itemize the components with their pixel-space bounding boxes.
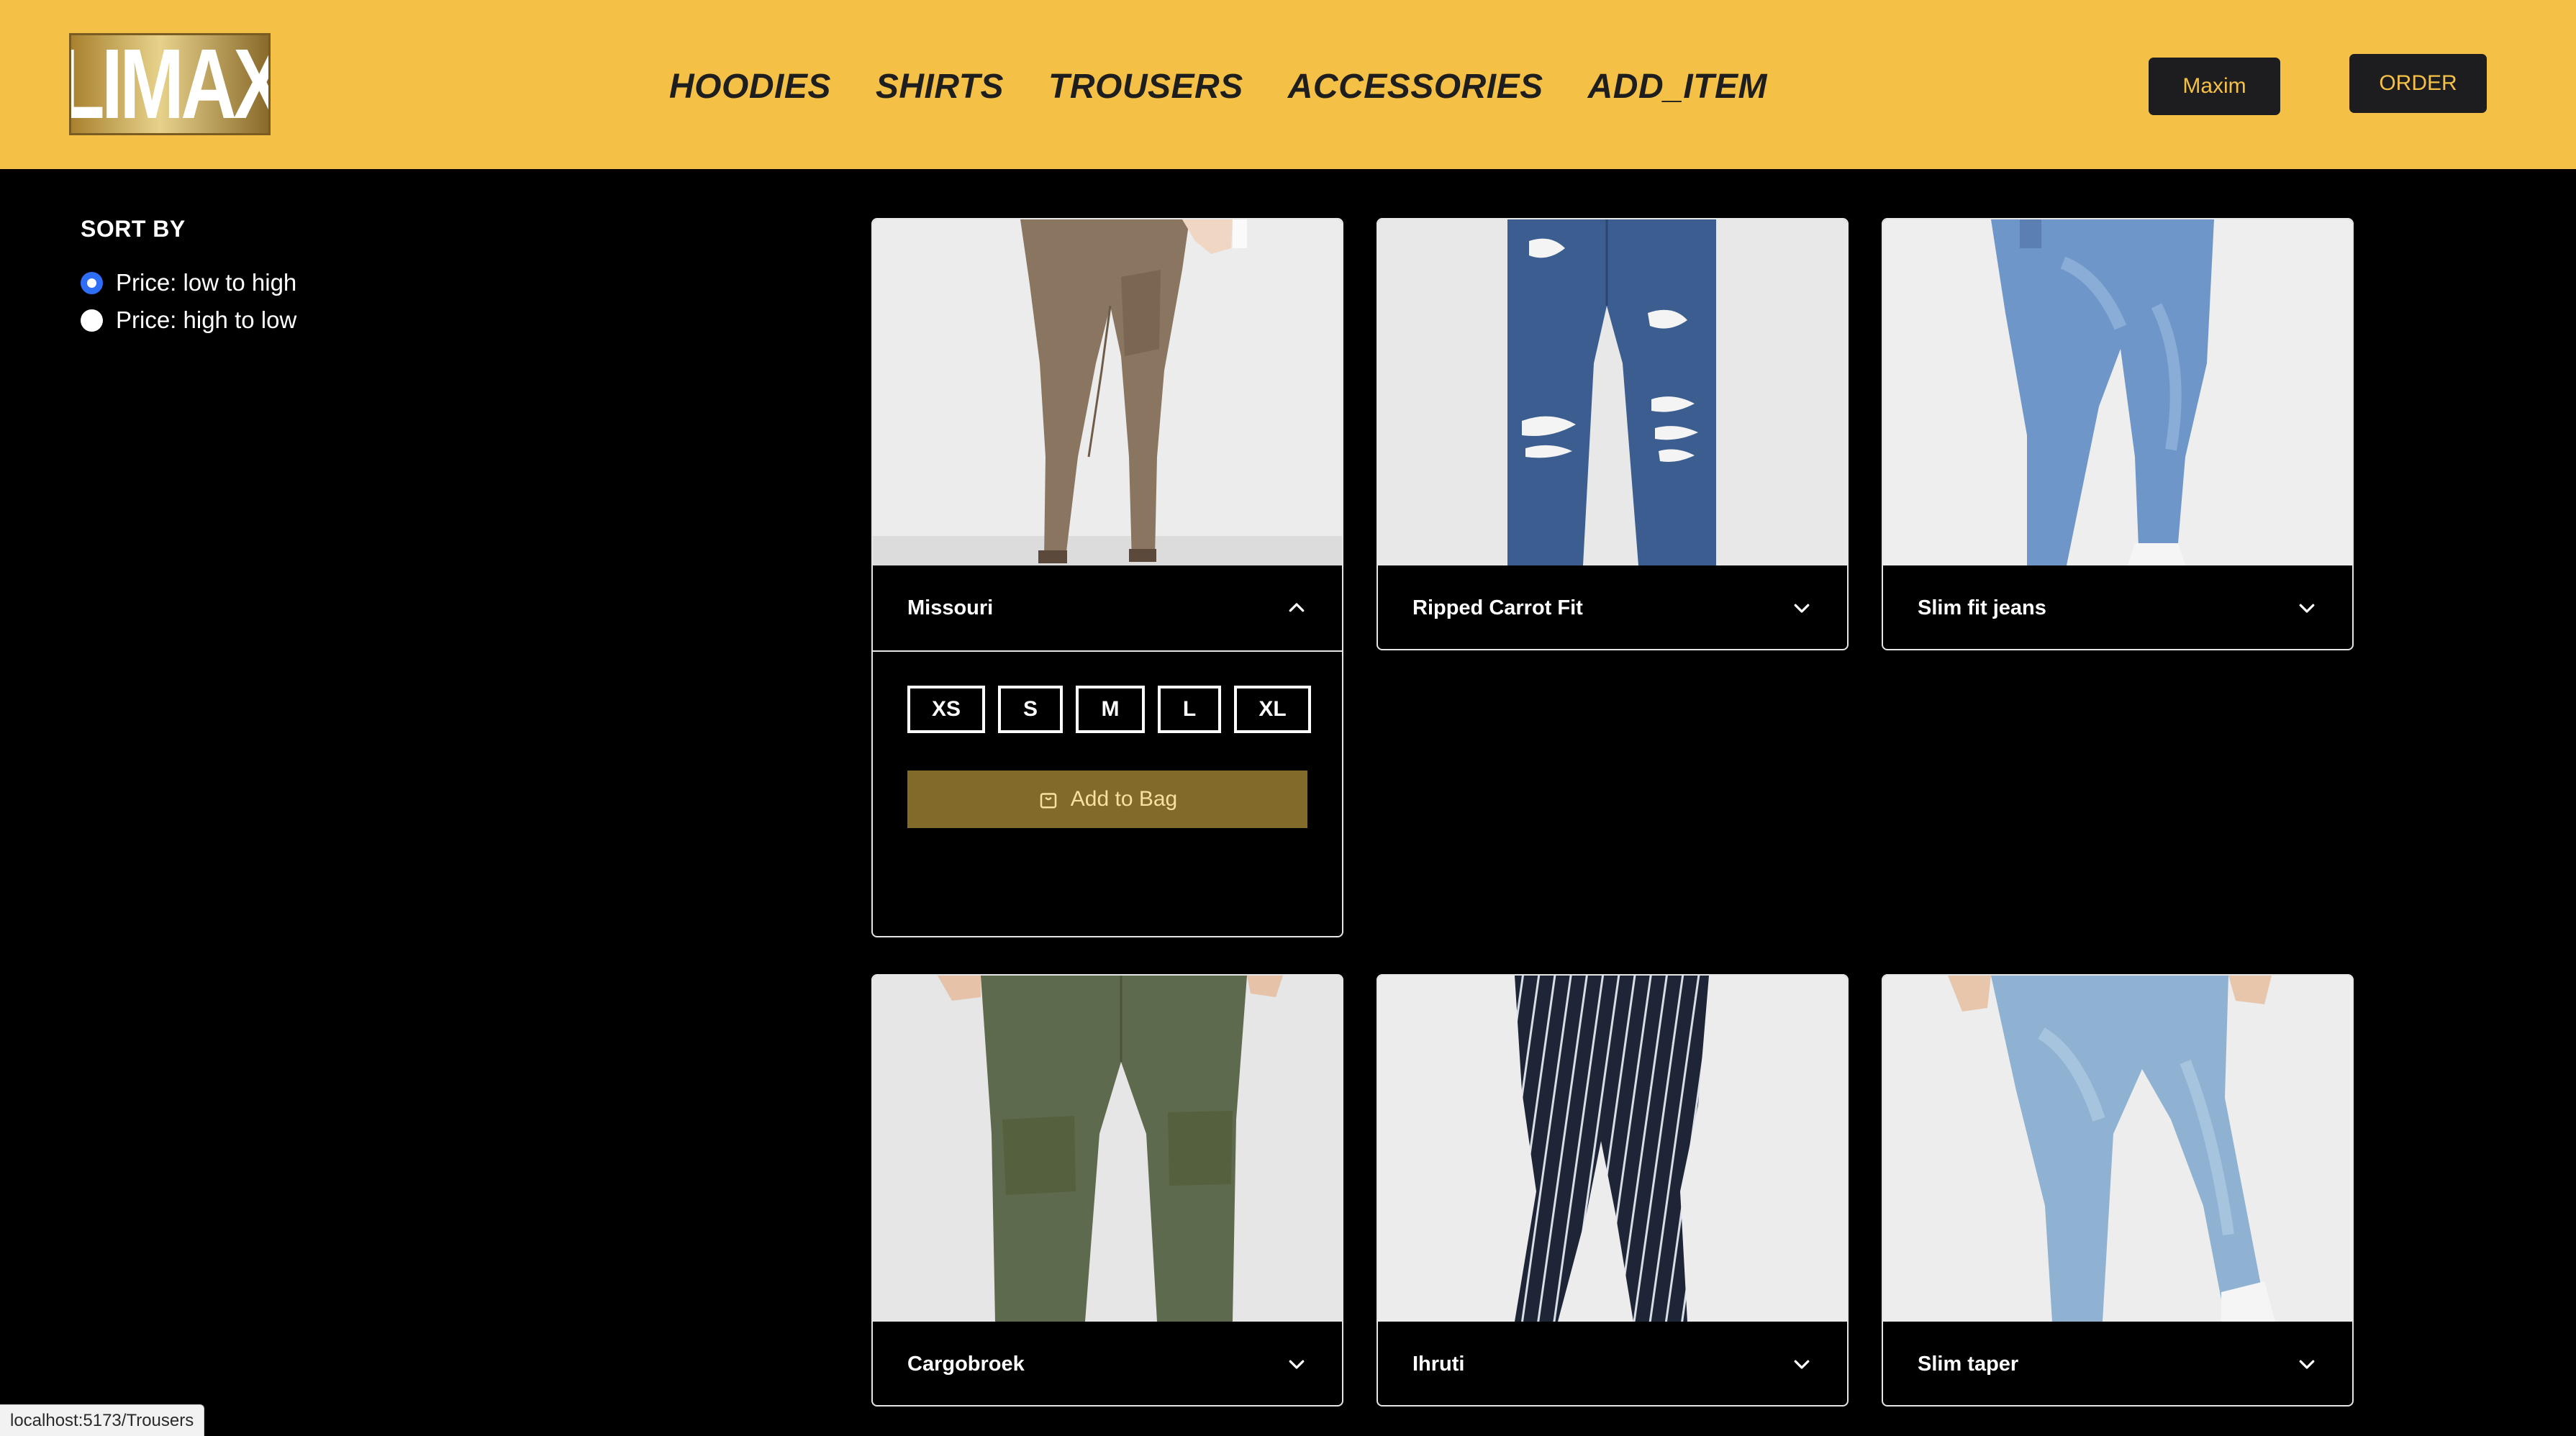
size-button-m[interactable]: M	[1076, 686, 1145, 733]
product-accordion-header[interactable]: Ihruti	[1378, 1322, 1847, 1405]
product-image[interactable]	[1883, 219, 2352, 565]
sort-option-high-to-low[interactable]: Price: high to low	[81, 301, 512, 339]
product-name: Cargobroek	[907, 1352, 1025, 1376]
green-cargo-trousers-photo	[873, 976, 1342, 1322]
product-accordion-header[interactable]: Slim fit jeans	[1883, 565, 2352, 649]
chevron-up-icon[interactable]	[1286, 597, 1307, 619]
add-to-bag-label: Add to Bag	[1070, 787, 1178, 811]
nav-link-shirts[interactable]: SHIRTS	[876, 67, 1004, 106]
radio-unchecked-icon[interactable]	[81, 309, 103, 332]
nav-link-accessories[interactable]: ACCESSORIES	[1288, 67, 1543, 106]
product-image[interactable]	[1378, 219, 1847, 565]
brand-logo[interactable]: LIMAX	[69, 33, 271, 135]
main-nav: HOODIES SHIRTS TROUSERS ACCESSORIES ADD_…	[669, 63, 1767, 109]
light-blue-jeans-photo	[1883, 219, 2352, 565]
sort-sidebar: SORT BY Price: low to high Price: high t…	[81, 216, 512, 339]
order-button[interactable]: ORDER	[2349, 54, 2487, 113]
nav-link-add-item[interactable]: ADD_ITEM	[1588, 67, 1767, 106]
product-card-missouri: Missouri XS S M L XL Add to Bag	[871, 218, 1343, 937]
product-name: Slim fit jeans	[1918, 596, 2046, 619]
add-to-bag-button[interactable]: Add to Bag	[907, 771, 1307, 828]
sort-option-low-to-high[interactable]: Price: low to high	[81, 264, 512, 301]
user-account-button[interactable]: Maxim	[2149, 58, 2280, 115]
khaki-cargo-trousers-photo	[873, 219, 1342, 565]
nav-link-hoodies[interactable]: HOODIES	[669, 67, 831, 106]
shopping-bag-icon	[1040, 793, 1057, 809]
chevron-down-icon[interactable]	[2296, 1353, 2318, 1375]
product-accordion-header[interactable]: Cargobroek	[873, 1322, 1342, 1405]
size-button-l[interactable]: L	[1158, 686, 1221, 733]
product-image[interactable]	[873, 219, 1342, 565]
sort-option-label[interactable]: Price: high to low	[116, 306, 296, 334]
product-card-cargobroek: Cargobroek	[871, 974, 1343, 1407]
light-wash-taper-jeans-photo	[1883, 976, 2352, 1322]
chevron-down-icon[interactable]	[1286, 1353, 1307, 1375]
product-name: Ihruti	[1412, 1352, 1465, 1376]
nav-link-trousers[interactable]: TROUSERS	[1048, 67, 1243, 106]
size-selector: XS S M L XL	[907, 686, 1311, 733]
pinstripe-trousers-photo	[1378, 976, 1847, 1322]
sort-option-label[interactable]: Price: low to high	[116, 269, 296, 296]
product-card-ripped-carrot-fit: Ripped Carrot Fit	[1377, 218, 1849, 650]
product-image[interactable]	[1883, 976, 2352, 1322]
product-image[interactable]	[1378, 976, 1847, 1322]
product-image[interactable]	[873, 976, 1342, 1322]
product-card-slim-fit-jeans: Slim fit jeans	[1882, 218, 2354, 650]
radio-checked-icon[interactable]	[81, 271, 103, 294]
product-name: Ripped Carrot Fit	[1412, 596, 1583, 619]
product-card-slim-taper: Slim taper	[1882, 974, 2354, 1407]
product-card-ihruti: Ihruti	[1377, 974, 1849, 1407]
chevron-down-icon[interactable]	[1791, 1353, 1813, 1375]
product-accordion-header[interactable]: Slim taper	[1883, 1322, 2352, 1405]
chevron-down-icon[interactable]	[2296, 597, 2318, 619]
sort-by-heading: SORT BY	[81, 216, 186, 242]
product-name: Slim taper	[1918, 1352, 2019, 1376]
size-button-s[interactable]: S	[998, 686, 1063, 733]
ripped-jeans-photo	[1378, 219, 1847, 565]
browser-status-url: localhost:5173/Trousers	[0, 1404, 205, 1436]
product-accordion-header[interactable]: Missouri	[873, 565, 1342, 650]
product-accordion-header[interactable]: Ripped Carrot Fit	[1378, 565, 1847, 649]
product-name: Missouri	[907, 596, 994, 619]
size-button-xs[interactable]: XS	[907, 686, 985, 733]
size-button-xl[interactable]: XL	[1234, 686, 1311, 733]
brand-logo-text: LIMAX	[71, 33, 271, 135]
card-divider	[873, 650, 1342, 652]
chevron-down-icon[interactable]	[1791, 597, 1813, 619]
top-header: LIMAX HOODIES SHIRTS TROUSERS ACCESSORIE…	[0, 0, 2576, 169]
